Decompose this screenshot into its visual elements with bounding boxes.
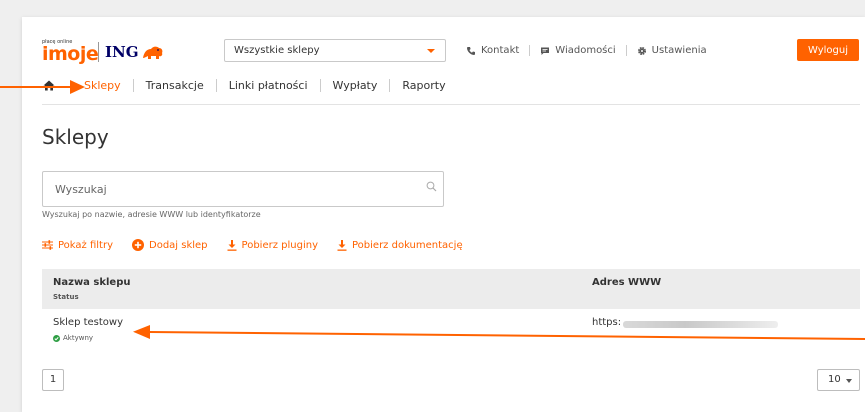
redacted-url: [623, 320, 779, 328]
filter-icon: [42, 240, 53, 250]
gear-icon: [637, 46, 646, 55]
show-filters-button[interactable]: Pokaż filtry: [42, 240, 113, 251]
store-url: https:: [592, 317, 779, 328]
settings-label: Ustawienia: [651, 45, 707, 56]
tab-reports[interactable]: Raporty: [389, 79, 457, 92]
column-header-www[interactable]: Adres WWW: [592, 277, 661, 288]
page-size-select[interactable]: 10: [817, 369, 860, 391]
tab-payment-links[interactable]: Linki płatności: [215, 79, 320, 92]
contact-link[interactable]: Kontakt: [456, 45, 529, 56]
main-nav: Sklepy Transakcje Linki płatności Wypłat…: [42, 79, 458, 92]
search-hint: Wyszukaj po nazwie, adresie WWW lub iden…: [42, 210, 261, 219]
table-header: Nazwa sklepu Status Adres WWW: [42, 269, 860, 309]
download-plugins-label: Pobierz pluginy: [241, 239, 318, 251]
add-store-button[interactable]: Dodaj sklep: [132, 239, 208, 251]
top-links: Kontakt Wiadomości Ustawienia: [456, 39, 717, 62]
download-plugins-button[interactable]: Pobierz pluginy: [227, 239, 318, 251]
column-header-status: Status: [53, 293, 79, 301]
action-bar: Pokaż filtry Dodaj sklep Pobierz pluginy: [42, 239, 482, 251]
phone-icon: [467, 46, 475, 55]
status-badge: Aktywny: [53, 334, 93, 342]
download-docs-button[interactable]: Pobierz dokumentację: [337, 239, 463, 251]
messages-label: Wiadomości: [555, 45, 616, 56]
page-size-value: 10: [828, 374, 841, 385]
store-select[interactable]: Wszystkie sklepy: [224, 39, 446, 62]
main-panel: płacę online imoje ING Wszystkie sklepy …: [22, 17, 865, 412]
status-label: Aktywny: [63, 334, 94, 342]
settings-link[interactable]: Ustawienia: [625, 45, 717, 56]
download-docs-label: Pobierz dokumentację: [352, 239, 463, 251]
chevron-down-icon: [427, 49, 435, 53]
search-icon[interactable]: [426, 181, 437, 192]
pagination-page[interactable]: 1: [42, 369, 64, 391]
download-icon: [227, 239, 237, 251]
tab-payouts[interactable]: Wypłaty: [319, 79, 390, 92]
message-icon: [541, 47, 550, 55]
store-url-text: https:: [592, 317, 622, 328]
store-name-link[interactable]: Sklep testowy: [53, 317, 123, 328]
imoje-logo: płacę online imoje: [42, 39, 99, 64]
search-input[interactable]: [42, 171, 444, 207]
plus-circle-icon: [132, 239, 144, 251]
logout-button[interactable]: Wyloguj: [797, 39, 859, 61]
contact-label: Kontakt: [481, 45, 520, 56]
chevron-down-icon: [846, 379, 852, 383]
check-circle-icon: [53, 334, 60, 342]
page-title: Sklepy: [42, 125, 109, 149]
nav-divider: [42, 104, 860, 105]
ing-logo: ING: [105, 43, 164, 61]
tab-stores[interactable]: Sklepy: [76, 79, 133, 92]
add-store-label: Dodaj sklep: [149, 239, 208, 251]
show-filters-label: Pokaż filtry: [58, 239, 113, 251]
logo[interactable]: płacę online imoje ING: [42, 39, 164, 65]
messages-link[interactable]: Wiadomości: [529, 45, 625, 56]
tab-transactions[interactable]: Transakcje: [132, 79, 216, 92]
home-icon[interactable]: [42, 80, 56, 91]
store-select-value: Wszystkie sklepy: [234, 45, 320, 56]
download-icon: [337, 239, 347, 251]
logo-partner: ING: [105, 43, 139, 61]
logo-brand: imoje: [42, 43, 99, 65]
column-header-name[interactable]: Nazwa sklepu: [53, 277, 131, 288]
lion-icon: [142, 46, 162, 59]
